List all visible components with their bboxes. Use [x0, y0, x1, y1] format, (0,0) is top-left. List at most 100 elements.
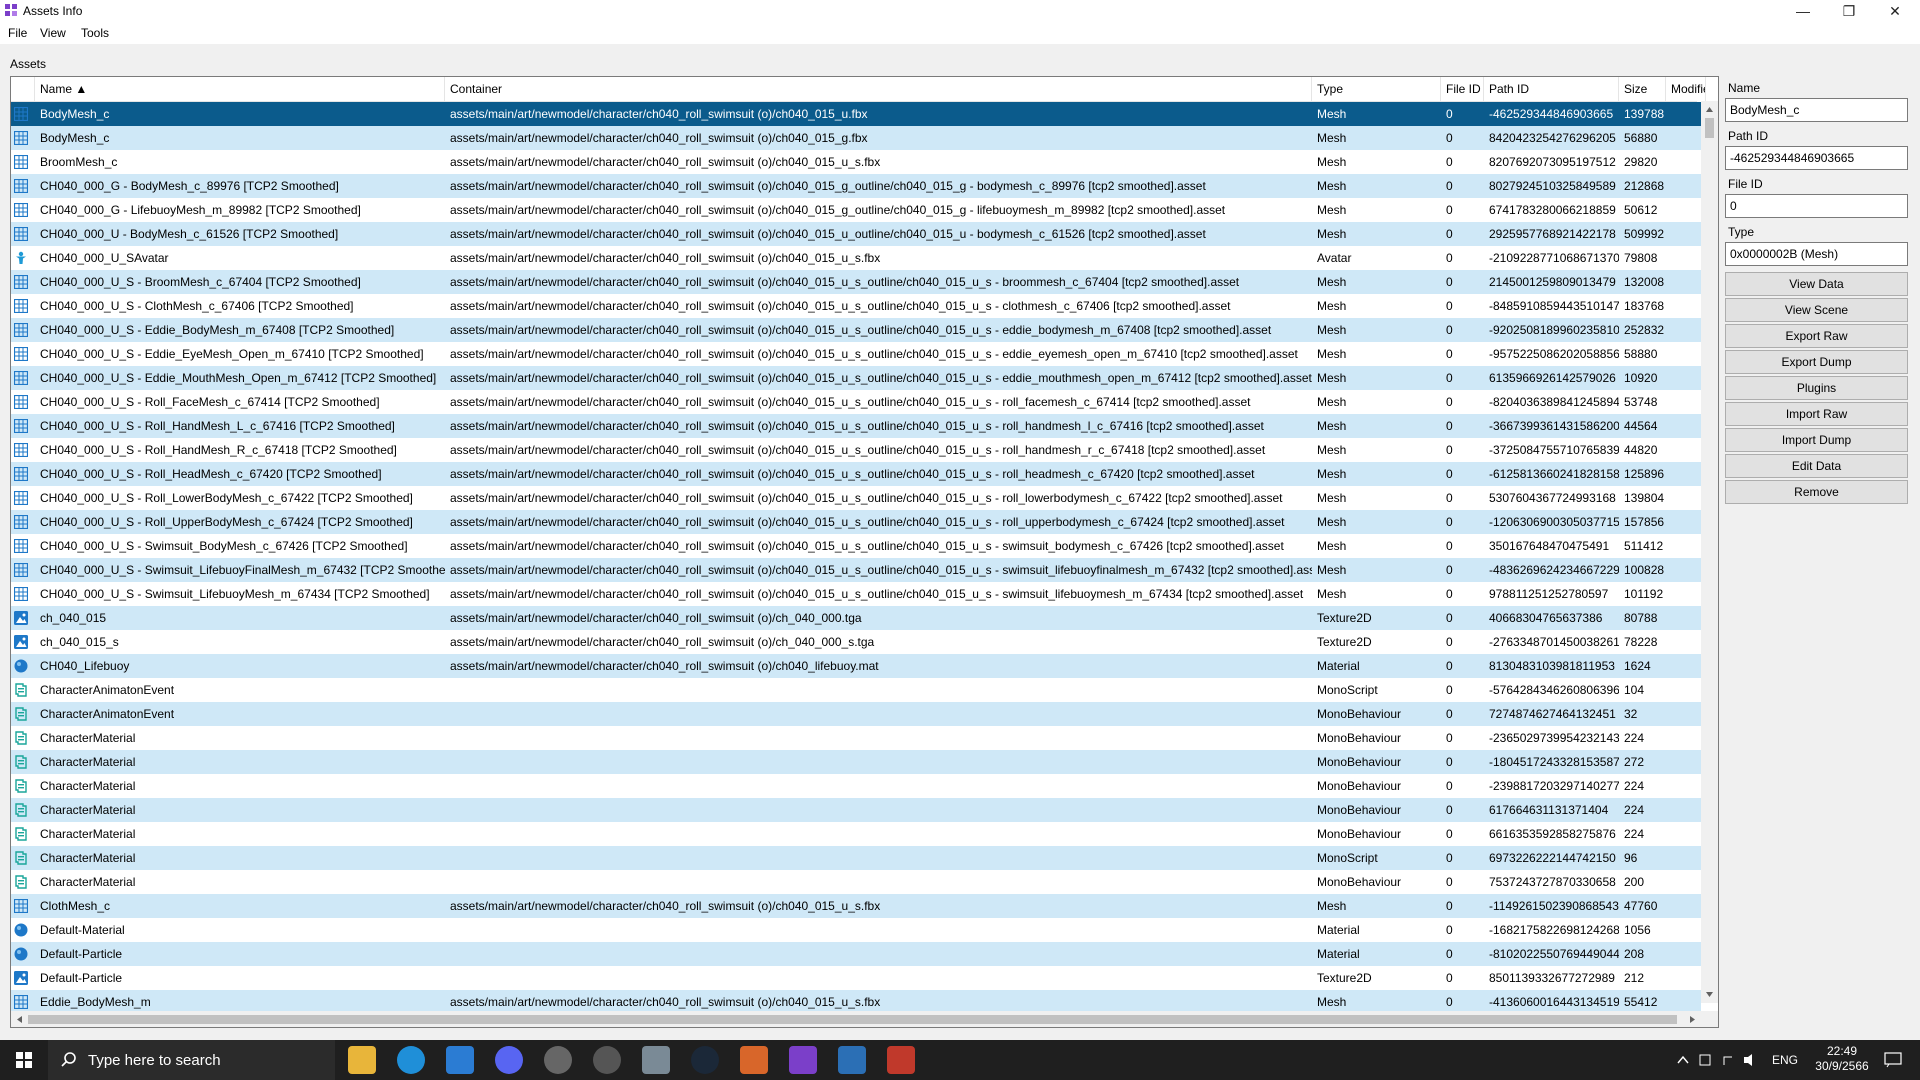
table-row[interactable]: CH040_000_U_SAvatar assets/main/art/newmo… [11, 246, 1701, 270]
table-row[interactable]: CH040_000_U - BodyMesh_c_61526 [TCP2 Smo… [11, 222, 1701, 246]
file-id-field[interactable]: 0 [1725, 194, 1908, 218]
header-modified[interactable]: Modifie [1666, 77, 1706, 101]
system-tray-icons[interactable] [1676, 1053, 1766, 1067]
header-path-id[interactable]: Path ID [1484, 77, 1619, 101]
menu-view[interactable]: View [40, 26, 66, 40]
title-bar: Assets Info — ❐ ✕ [0, 0, 1920, 22]
header-size[interactable]: Size [1619, 77, 1666, 101]
table-row[interactable]: CharacterAnimatonEvent MonoScript 0 -576428… [11, 678, 1701, 702]
taskbar-search[interactable]: Type here to search [48, 1040, 335, 1080]
minimize-button[interactable]: — [1780, 0, 1826, 22]
table-row[interactable]: ch_040_015 assets/main/art/newmodel/chara… [11, 606, 1701, 630]
import-dump-button[interactable]: Import Dump [1725, 428, 1908, 452]
table-row[interactable]: CH040_000_U_S - ClothMesh_c_67406 [TCP2 … [11, 294, 1701, 318]
table-row[interactable]: CharacterMaterial MonoBehaviour 0 -23988172… [11, 774, 1701, 798]
table-row[interactable]: CharacterMaterial MonoBehaviour 0 -23650297… [11, 726, 1701, 750]
mail-icon[interactable] [446, 1046, 474, 1074]
cell-name: ClothMesh_c [40, 899, 111, 913]
view-data-button[interactable]: View Data [1725, 272, 1908, 296]
file-explorer-icon[interactable] [348, 1046, 376, 1074]
table-row[interactable]: CH040_000_U_S - Swimsuit_BodyMesh_c_6742… [11, 534, 1701, 558]
table-row[interactable]: CH040_000_U_S - Roll_UpperBodyMesh_c_674… [11, 510, 1701, 534]
table-row[interactable]: CH040_000_U_S - Swimsuit_LifebuoyMesh_m_… [11, 582, 1701, 606]
notification-icon[interactable] [1884, 1052, 1902, 1068]
steam-icon[interactable] [691, 1046, 719, 1074]
vertical-scrollbar-track [1705, 107, 1714, 997]
table-row[interactable]: CharacterMaterial MonoBehaviour 0 661635359… [11, 822, 1701, 846]
remove-button[interactable]: Remove [1725, 480, 1908, 504]
table-row[interactable]: CharacterMaterial MonoBehaviour 0 617664631… [11, 798, 1701, 822]
table-row[interactable]: CH040_000_G - LifebuoyMesh_m_89982 [TCP2… [11, 198, 1701, 222]
table-row[interactable]: CH040_000_U_S - Roll_HandMesh_L_c_67416 … [11, 414, 1701, 438]
table-row[interactable]: CH040_000_U_S - Roll_HandMesh_R_c_67418 … [11, 438, 1701, 462]
cell-size: 511412 [1624, 539, 1664, 553]
export-dump-button[interactable]: Export Dump [1725, 350, 1908, 374]
game-icon[interactable] [740, 1046, 768, 1074]
vertical-scrollbar[interactable] [1701, 101, 1718, 1003]
assets-tool-icon[interactable] [789, 1046, 817, 1074]
windows-start-icon[interactable] [0, 1040, 48, 1080]
cell-pathid: 2925957768921422178 [1489, 227, 1616, 241]
cell-fileid: 0 [1446, 179, 1453, 193]
table-row[interactable]: CH040_000_U_S - BroomMesh_c_67404 [TCP2 … [11, 270, 1701, 294]
table-row[interactable]: CH040_000_U_S - Eddie_BodyMesh_m_67408 [… [11, 318, 1701, 342]
table-row[interactable]: CharacterAnimatonEvent MonoBehaviour 0 7274… [11, 702, 1701, 726]
edge-icon[interactable] [397, 1046, 425, 1074]
cell-pathid: -2398817203297140277 [1489, 779, 1619, 793]
table-row[interactable]: Default-Particle Material 0 -81020225507694… [11, 942, 1701, 966]
language-indicator[interactable]: ENG [1772, 1053, 1798, 1067]
menu-file[interactable]: File [8, 26, 27, 40]
cell-type: Mesh [1317, 443, 1347, 457]
app-icon-7[interactable] [642, 1046, 670, 1074]
table-row[interactable]: ClothMesh_c assets/main/art/newmodel/char… [11, 894, 1701, 918]
cell-container: assets/main/art/newmodel/character/ch040… [450, 515, 1285, 529]
table-row[interactable]: CH040_000_U_S - Swimsuit_LifebuoyFinalMe… [11, 558, 1701, 582]
table-row[interactable]: CH040_000_U_S - Roll_LowerBodyMesh_c_674… [11, 486, 1701, 510]
type-field[interactable]: 0x0000002B (Mesh) [1725, 242, 1908, 266]
table-row[interactable]: CH040_000_U_S - Roll_FaceMesh_c_67414 [T… [11, 390, 1701, 414]
app-icon-12[interactable] [887, 1046, 915, 1074]
cell-container [450, 750, 1312, 774]
maximize-button[interactable]: ❐ [1826, 0, 1872, 22]
table-row[interactable]: CH040_000_U_S - Roll_HeadMesh_c_67420 [T… [11, 462, 1701, 486]
table-row[interactable]: Default-Material Material 0 -16821758226981… [11, 918, 1701, 942]
table-row[interactable]: Default-Particle Texture2D 0 85011393326772… [11, 966, 1701, 990]
app-icon-11[interactable] [838, 1046, 866, 1074]
edit-data-button[interactable]: Edit Data [1725, 454, 1908, 478]
cell-type: Mesh [1317, 299, 1347, 313]
name-field[interactable]: BodyMesh_c [1725, 98, 1908, 122]
view-scene-button[interactable]: View Scene [1725, 298, 1908, 322]
table-row[interactable]: BroomMesh_c assets/main/art/newmodel/char… [11, 150, 1701, 174]
table-row[interactable]: CharacterMaterial MonoBehaviour 0 753724372… [11, 870, 1701, 894]
horizontal-scrollbar[interactable] [11, 1011, 1701, 1027]
table-row[interactable]: CH040_000_U_S - Eddie_MouthMesh_Open_m_6… [11, 366, 1701, 390]
cell-size: 272 [1624, 755, 1645, 769]
table-row[interactable]: BodyMesh_c assets/main/art/newmodel/chara… [11, 126, 1701, 150]
table-row[interactable]: BodyMesh_c assets/main/art/newmodel/chara… [11, 102, 1701, 126]
table-row[interactable]: CH040_000_G - BodyMesh_c_89976 [TCP2 Smo… [11, 174, 1701, 198]
clock[interactable]: 22:49 30/9/2566 [1810, 1044, 1874, 1074]
app-icon-6[interactable] [593, 1046, 621, 1074]
table-row[interactable]: CharacterMaterial MonoBehaviour 0 -18045172… [11, 750, 1701, 774]
table-row[interactable]: CharacterMaterial MonoScript 0 697322622214… [11, 846, 1701, 870]
import-raw-button[interactable]: Import Raw [1725, 402, 1908, 426]
cell-type: MonoScript [1317, 851, 1378, 865]
assets-grid[interactable]: Name ▲ Container Type File ID Path ID Si… [10, 76, 1719, 1028]
export-raw-button[interactable]: Export Raw [1725, 324, 1908, 348]
header-type[interactable]: Type [1312, 77, 1441, 101]
path-id-field[interactable]: -462529344846903665 [1725, 146, 1908, 170]
cell-container: assets/main/art/newmodel/character/ch040… [450, 251, 881, 265]
table-row[interactable]: CH040_Lifebuoy assets/main/art/newmodel/c… [11, 654, 1701, 678]
table-row[interactable]: ch_040_015_s assets/main/art/newmodel/cha… [11, 630, 1701, 654]
header-name[interactable]: Name ▲ [35, 77, 445, 101]
table-row[interactable]: CH040_000_U_S - Eddie_EyeMesh_Open_m_674… [11, 342, 1701, 366]
cell-container: assets/main/art/newmodel/character/ch040… [450, 227, 1206, 241]
discord-icon[interactable] [495, 1046, 523, 1074]
header-file-id[interactable]: File ID [1441, 77, 1484, 101]
menu-tools[interactable]: Tools [81, 26, 109, 40]
close-button[interactable]: ✕ [1872, 0, 1918, 22]
header-container[interactable]: Container [445, 77, 1312, 101]
plugins-button[interactable]: Plugins [1725, 376, 1908, 400]
app-icon-5[interactable] [544, 1046, 572, 1074]
cell-container: assets/main/art/newmodel/character/ch040… [450, 107, 868, 121]
